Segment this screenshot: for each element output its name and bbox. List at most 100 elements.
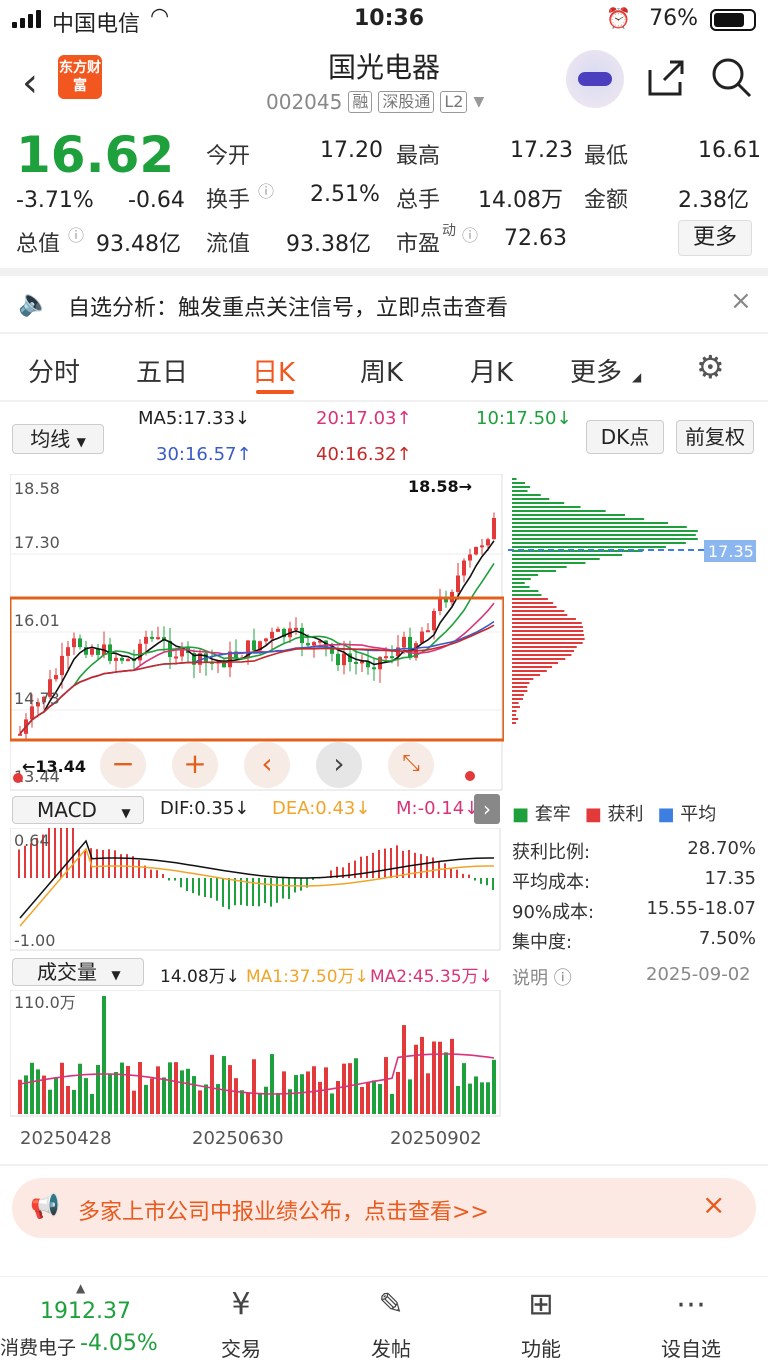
volume-bar: [354, 1058, 358, 1114]
chevron-down-icon[interactable]: ▼: [473, 94, 484, 110]
index-name[interactable]: 消费电子: [0, 1333, 76, 1360]
index-value[interactable]: 1912.37: [40, 1299, 131, 1324]
search-icon[interactable]: [710, 56, 752, 98]
volume-bar: [390, 1093, 394, 1114]
dk-button[interactable]: DK点: [586, 420, 664, 454]
chip-bar: [512, 506, 581, 508]
stat-row: 90%成本: 15.55-18.07: [512, 898, 756, 923]
nav-function[interactable]: 功能: [496, 1333, 586, 1362]
candle: [480, 545, 484, 548]
next-button[interactable]: ›: [316, 742, 362, 788]
stat-row: 集中度: 7.50%: [512, 928, 756, 953]
chevron-down-icon: ▼: [121, 806, 131, 820]
candle: [342, 653, 346, 666]
macd-bar: [78, 849, 80, 878]
notice-bar[interactable]: 🔈 自选分析：触发重点关注信号，立即点击查看 ×: [0, 276, 768, 332]
macd-bar: [156, 870, 158, 878]
macd-bar: [474, 878, 476, 881]
candle: [408, 636, 412, 658]
nav-trade[interactable]: 交易: [196, 1333, 286, 1362]
volume-bar: [282, 1071, 286, 1114]
volume-bar: [18, 1079, 22, 1114]
macd-bar: [384, 848, 386, 878]
info-icon[interactable]: ⓘ: [258, 178, 274, 202]
turnover-value: 2.51%: [310, 182, 380, 207]
macd-bar: [210, 878, 212, 898]
candle: [252, 640, 256, 651]
volume-bar: [408, 1079, 412, 1114]
banner-text: 多家上市公司中报业绩公布，点击查看>>: [78, 1200, 489, 1225]
promo-banner[interactable]: 📢 多家上市公司中报业绩公布，点击查看>> ×: [12, 1178, 756, 1238]
gear-icon[interactable]: ⚙: [696, 348, 725, 386]
ma-select-label: 均线: [30, 427, 71, 451]
tab-more[interactable]: 更多: [570, 352, 622, 389]
zoom-in-button[interactable]: +: [172, 742, 218, 788]
tab-daily-k[interactable]: 日K: [252, 352, 295, 389]
volume-top-label: 110.0万: [14, 993, 76, 1012]
tab-monthly-k[interactable]: 月K: [470, 352, 513, 389]
nav-add-watch[interactable]: 设自选: [646, 1333, 736, 1362]
macd-bar: [354, 860, 356, 878]
trade-icon[interactable]: ¥: [196, 1287, 286, 1322]
fullscreen-button[interactable]: ⤡: [388, 742, 434, 788]
more-button[interactable]: 更多: [678, 220, 752, 256]
volume-chart[interactable]: 110.0万: [10, 990, 502, 1118]
expand-arrow-button[interactable]: ›: [474, 794, 500, 824]
macd-chart[interactable]: 0.64 -1.00: [10, 828, 502, 952]
chip-bar: [512, 710, 517, 712]
speaker-icon: 🔈: [18, 288, 51, 318]
volume-bar: [432, 1041, 436, 1114]
zoom-out-button[interactable]: −: [100, 742, 146, 788]
volume-bar: [360, 1086, 364, 1114]
volume-select[interactable]: 成交量 ▼: [12, 958, 144, 986]
edit-icon[interactable]: ✎: [346, 1287, 436, 1322]
chip-bar: [512, 678, 534, 680]
volume-bar: [294, 1075, 298, 1114]
chip-bar: [512, 642, 583, 644]
more-dots-icon[interactable]: ⋯: [646, 1287, 736, 1322]
tab-intraday[interactable]: 分时: [28, 352, 80, 389]
assistant-avatar[interactable]: [566, 50, 624, 108]
volume-bar: [258, 1093, 262, 1114]
macd-select[interactable]: MACD ▼: [12, 796, 144, 824]
macd-bar: [288, 878, 290, 899]
tab-weekly-k[interactable]: 周K: [360, 352, 403, 389]
nav-post[interactable]: 发帖: [346, 1333, 436, 1362]
vol-ma2: MA2:45.35万↓: [370, 967, 493, 987]
candle: [384, 656, 388, 659]
macd-bar: [150, 869, 152, 878]
volume-bar: [132, 1090, 136, 1114]
info-icon[interactable]: ⓘ: [462, 222, 478, 246]
ma-select[interactable]: 均线 ▼: [12, 424, 104, 454]
grid-icon[interactable]: ⊞: [496, 1287, 586, 1322]
chip-bar: [512, 546, 666, 548]
volume-bar: [462, 1063, 466, 1114]
macd-bar: [180, 878, 182, 888]
volume-bar: [144, 1084, 148, 1114]
info-icon[interactable]: ⓘ: [68, 222, 84, 246]
tab-5day[interactable]: 五日: [136, 352, 188, 389]
index-change[interactable]: -4.05%: [80, 1331, 158, 1356]
close-icon[interactable]: ×: [730, 286, 752, 316]
close-icon[interactable]: ×: [702, 1188, 725, 1221]
candle: [432, 611, 436, 631]
adjust-button[interactable]: 前复权: [676, 420, 754, 454]
chip-bar: [512, 634, 585, 636]
chip-bar: [512, 494, 541, 496]
chip-bar: [512, 594, 542, 596]
chip-bar: [512, 542, 686, 544]
volume-bar: [24, 1075, 28, 1114]
prev-button[interactable]: ‹: [244, 742, 290, 788]
float-value: 93.38亿: [286, 232, 371, 257]
stat-row: 获利比例: 28.70%: [512, 838, 756, 863]
high-label: 最高: [396, 144, 441, 169]
note-link[interactable]: 说明 ⓘ: [512, 964, 572, 990]
turnover-label: 换手: [206, 188, 251, 213]
macd-bar: [378, 849, 380, 878]
chip-bar: [512, 486, 531, 488]
amount-value: 2.38亿: [678, 188, 749, 213]
mktcap-label: 总值: [16, 232, 61, 257]
share-icon[interactable]: [646, 58, 686, 98]
chip-stats: 获利比例: 28.70% 平均成本: 17.35 90%成本: 15.55-18.07…: [512, 838, 756, 958]
chip-bar: [512, 706, 520, 708]
